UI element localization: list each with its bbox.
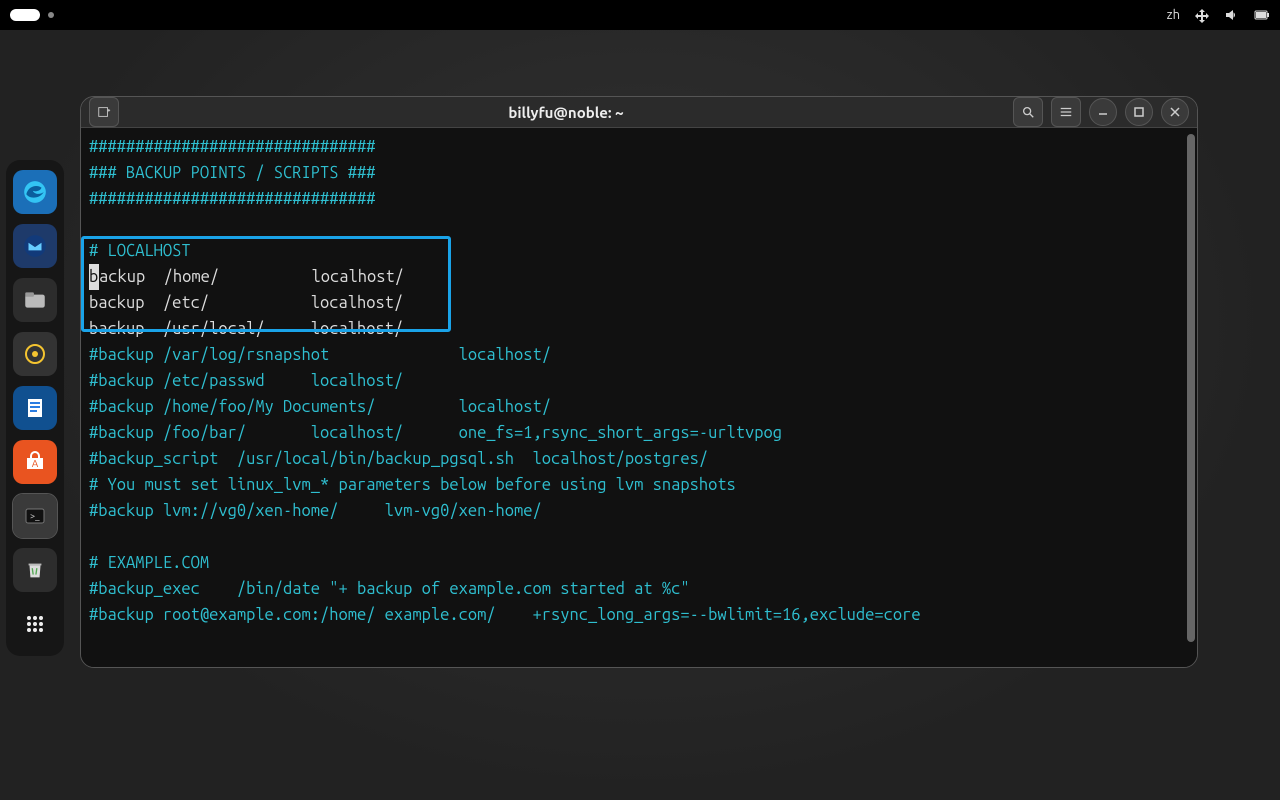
- dock-trash[interactable]: [13, 548, 57, 592]
- editor-line: [89, 524, 1191, 550]
- search-button[interactable]: [1013, 97, 1043, 127]
- menubar: zh: [0, 0, 1280, 30]
- workspace-dot: [48, 12, 54, 18]
- network-icon[interactable]: [1194, 7, 1210, 23]
- battery-icon[interactable]: [1254, 7, 1270, 23]
- svg-text:>_: >_: [30, 511, 40, 521]
- scrollbar[interactable]: [1187, 134, 1195, 642]
- dock: A >_: [6, 160, 64, 656]
- dock-terminal[interactable]: >_: [13, 494, 57, 538]
- editor-line: #backup lvm://vg0/xen-home/ lvm-vg0/xen-…: [89, 498, 1191, 524]
- editor-line: #backup_exec /bin/date "+ backup of exam…: [89, 576, 1191, 602]
- activities-pill[interactable]: [10, 9, 40, 21]
- dock-show-apps[interactable]: [13, 602, 57, 646]
- editor-line: #backup root@example.com:/home/ example.…: [89, 602, 1191, 628]
- editor-line: backup /home/ localhost/: [89, 264, 1191, 290]
- editor-line: ###############################: [89, 186, 1191, 212]
- volume-icon[interactable]: [1224, 7, 1240, 23]
- maximize-button[interactable]: [1125, 98, 1153, 126]
- editor-line: # LOCALHOST: [89, 238, 1191, 264]
- dock-writer[interactable]: [13, 386, 57, 430]
- editor-line: #backup /home/foo/My Documents/ localhos…: [89, 394, 1191, 420]
- editor-line: backup /usr/local/ localhost/: [89, 316, 1191, 342]
- titlebar: billyfu@noble: ~: [81, 97, 1197, 128]
- minimize-button[interactable]: [1089, 98, 1117, 126]
- keyboard-lang[interactable]: zh: [1167, 8, 1180, 22]
- close-button[interactable]: [1161, 98, 1189, 126]
- editor-line: #backup /foo/bar/ localhost/ one_fs=1,rs…: [89, 420, 1191, 446]
- window-title: billyfu@noble: ~: [119, 104, 1013, 121]
- editor-line: ###############################: [89, 134, 1191, 160]
- editor-line: # You must set linux_lvm_* parameters be…: [89, 472, 1191, 498]
- svg-text:A: A: [32, 458, 39, 469]
- editor-line: #backup_script /usr/local/bin/backup_pgs…: [89, 446, 1191, 472]
- editor-line: #backup /etc/passwd localhost/: [89, 368, 1191, 394]
- editor-line: # EXAMPLE.COM: [89, 550, 1191, 576]
- editor-line: ### BACKUP POINTS / SCRIPTS ###: [89, 160, 1191, 186]
- editor-line: [89, 212, 1191, 238]
- dock-thunderbird[interactable]: [13, 224, 57, 268]
- dock-edge[interactable]: [13, 170, 57, 214]
- terminal-content[interactable]: ################################## BACKU…: [81, 128, 1197, 668]
- editor-line: backup /etc/ localhost/: [89, 290, 1191, 316]
- new-tab-button[interactable]: [89, 97, 119, 127]
- editor-line: #backup /var/log/rsnapshot localhost/: [89, 342, 1191, 368]
- menu-button[interactable]: [1051, 97, 1081, 127]
- dock-files[interactable]: [13, 278, 57, 322]
- terminal-window: billyfu@noble: ~ #######################…: [80, 96, 1198, 668]
- dock-rhythmbox[interactable]: [13, 332, 57, 376]
- dock-software[interactable]: A: [13, 440, 57, 484]
